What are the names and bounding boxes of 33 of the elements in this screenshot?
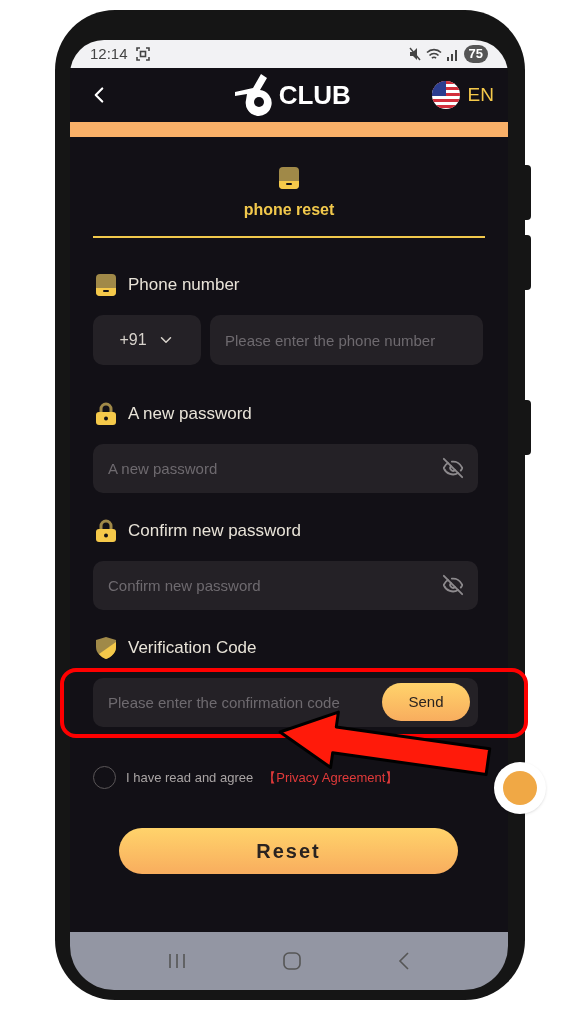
- eye-off-icon[interactable]: [442, 457, 464, 479]
- password-field[interactable]: Confirm new password: [93, 561, 478, 610]
- field-label: Phone number: [128, 274, 240, 297]
- logo-text: CLUB: [278, 78, 351, 112]
- phone-reset-tab[interactable]: phone reset: [93, 166, 485, 238]
- back-nav-icon[interactable]: [397, 952, 410, 970]
- signal-icon: [446, 47, 459, 61]
- language-label[interactable]: EN: [467, 80, 494, 110]
- screenshot-icon: [135, 47, 150, 61]
- reset-button[interactable]: Reset: [119, 828, 458, 874]
- logo-icon: [232, 72, 273, 118]
- send-button[interactable]: Send: [382, 683, 470, 721]
- status-time: 12:14: [90, 43, 128, 64]
- shield-icon: [95, 636, 117, 660]
- phone-icon: [278, 166, 300, 190]
- wifi-icon: [425, 47, 442, 61]
- mute-icon: [408, 47, 421, 61]
- field-label: Verification Code: [128, 637, 257, 660]
- eye-off-icon[interactable]: [442, 574, 464, 596]
- password-field[interactable]: A new password: [93, 444, 478, 493]
- battery-badge: 75: [463, 45, 488, 63]
- lock-icon: [95, 402, 117, 426]
- floating-button[interactable]: [494, 762, 546, 814]
- phone-icon: [95, 273, 117, 297]
- phone-number-field[interactable]: Please enter the phone number: [210, 315, 483, 365]
- flag-icon[interactable]: [431, 81, 460, 109]
- lock-icon: [95, 519, 117, 543]
- privacy-link[interactable]: 【Privacy Agreement】: [263, 767, 399, 788]
- agreement-text: I have read and agree: [126, 768, 254, 787]
- home-icon[interactable]: [283, 952, 301, 970]
- field-label: Confirm new password: [128, 520, 301, 543]
- field-label: A new password: [128, 403, 252, 426]
- country-code-select[interactable]: +91: [93, 315, 201, 365]
